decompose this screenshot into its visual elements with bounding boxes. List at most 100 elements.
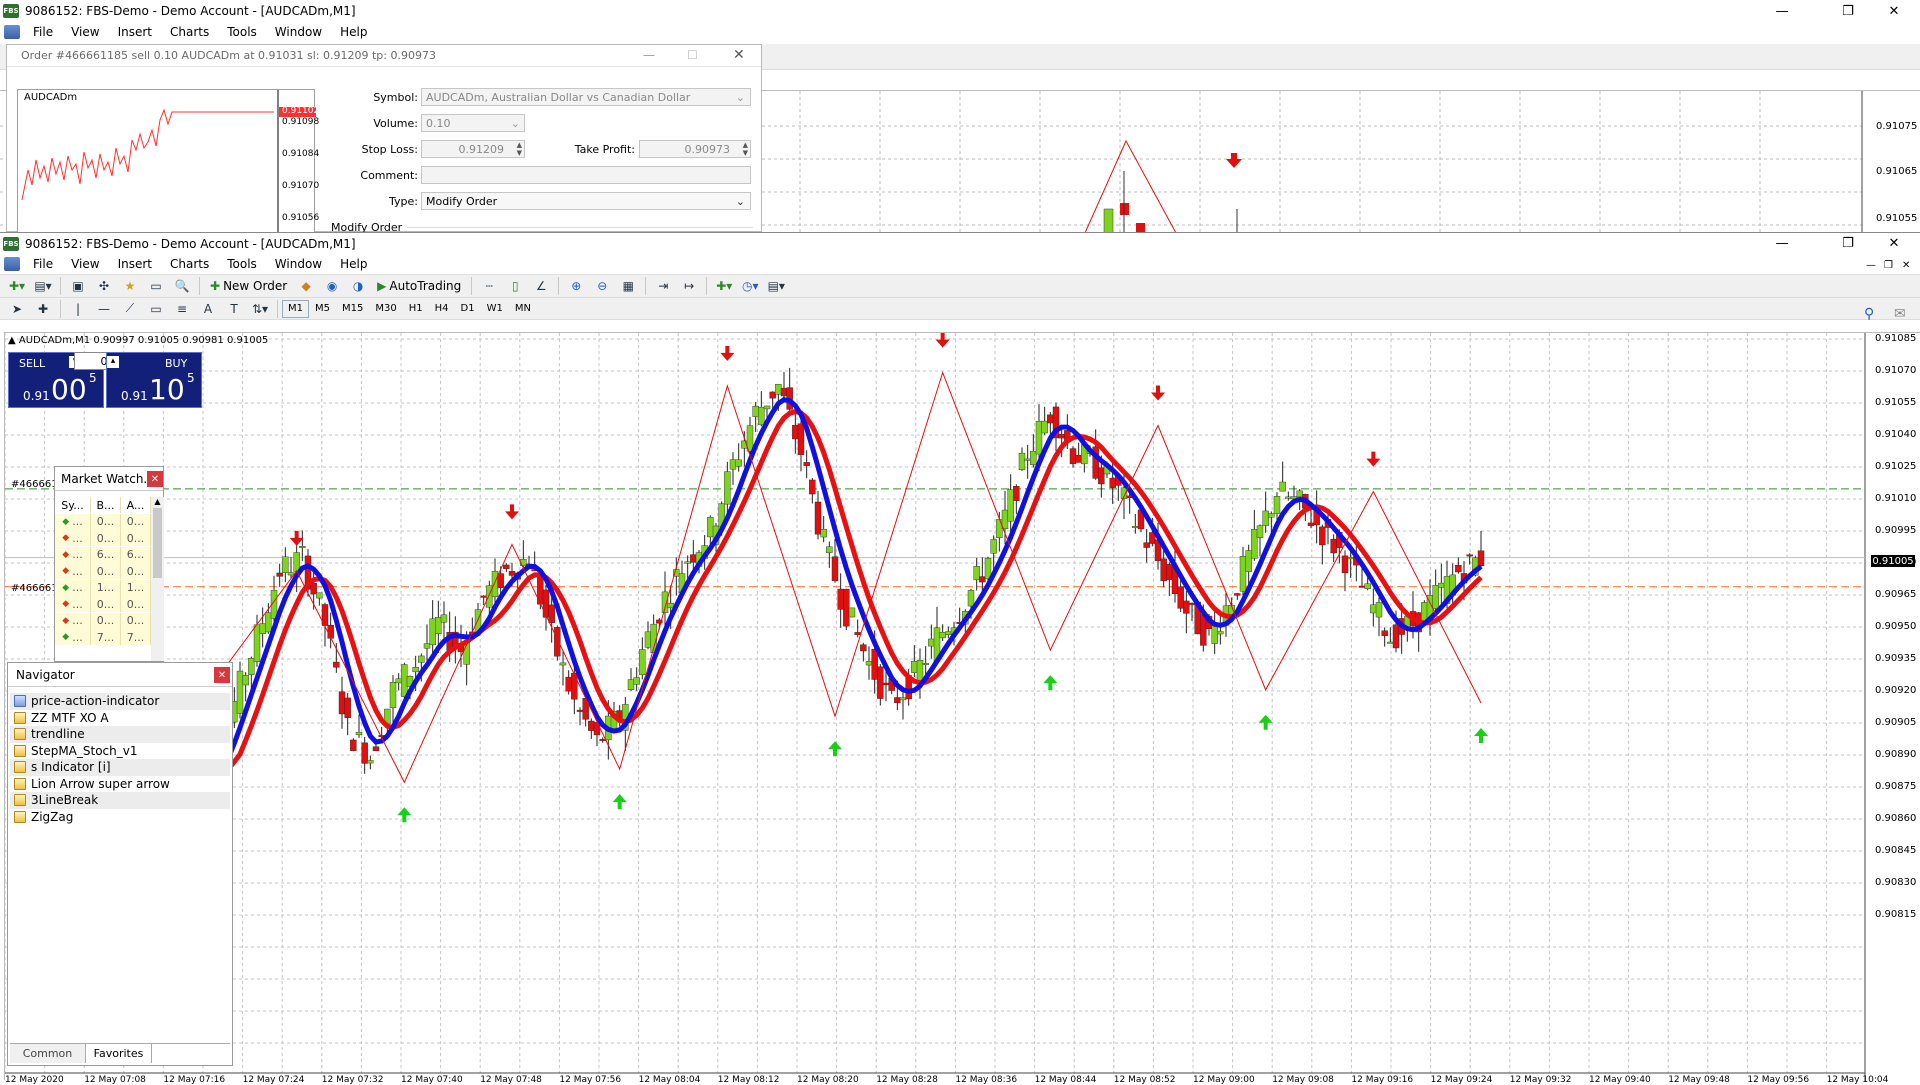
market-watch-row[interactable]: ◆... 0... 0...	[55, 563, 151, 580]
market-watch-row[interactable]: ◆... 0... 0...	[55, 513, 151, 531]
vertical-line-icon[interactable]: |	[67, 299, 89, 319]
menu-insert[interactable]: Insert	[109, 257, 161, 271]
timeframe-m5[interactable]: M5	[309, 300, 336, 318]
close-button[interactable]: ✕	[1872, 232, 1916, 254]
periods-icon[interactable]: ◷▾	[739, 276, 761, 296]
menu-insert[interactable]: Insert	[109, 25, 161, 39]
mdi-close-icon[interactable]: ✕	[1902, 260, 1910, 271]
spinner-icon[interactable]: ▲ ▼	[743, 141, 748, 157]
new-chart-icon[interactable]: ✚▾	[6, 276, 28, 296]
timeframe-m1[interactable]: M1	[282, 299, 309, 318]
restore-button[interactable]: ❐	[1826, 232, 1870, 254]
new-order-button[interactable]: ✚ New Order	[206, 276, 291, 296]
nav-item-3linebreak[interactable]: 3LineBreak	[10, 792, 230, 809]
timeframe-m15[interactable]: M15	[336, 300, 369, 318]
nav-item-trendline[interactable]: trendline	[10, 726, 230, 743]
scroll-thumb[interactable]	[153, 508, 162, 578]
market-watch-icon[interactable]: ▣	[67, 276, 89, 296]
market-watch-row[interactable]: ◆... 0... 0...	[55, 530, 151, 547]
data-window-icon[interactable]: ✣	[93, 276, 115, 296]
tab-favorites[interactable]: Favorites	[86, 1044, 152, 1063]
search-icon[interactable]: ⚲	[1864, 306, 1874, 322]
arrows-icon[interactable]: ⇅▾	[249, 299, 271, 319]
indicators-icon[interactable]: ✚▾	[713, 276, 735, 296]
cursor-icon[interactable]: ➤	[6, 299, 28, 319]
market-icon[interactable]: ◑	[347, 276, 369, 296]
profiles-icon[interactable]: ▤▾	[32, 276, 54, 296]
symbol-select[interactable]: AUDCADm, Australian Dollar vs Canadian D…	[421, 88, 751, 106]
dialog-close-icon[interactable]: ✕	[733, 47, 745, 63]
chat-icon[interactable]: ✉	[1894, 306, 1906, 322]
comment-input[interactable]	[421, 166, 751, 184]
bar-chart-icon[interactable]: ┄	[478, 276, 500, 296]
trendline-icon[interactable]: ⟋	[119, 299, 141, 319]
tile-windows-icon[interactable]: ▦	[617, 276, 639, 296]
menu-help[interactable]: Help	[331, 25, 376, 39]
timeframe-h1[interactable]: H1	[403, 300, 429, 318]
menu-file[interactable]: File	[24, 25, 62, 39]
line-chart-icon[interactable]: ∠	[530, 276, 552, 296]
app-menu-icon[interactable]	[4, 257, 20, 271]
candlestick-icon[interactable]: ▯	[504, 276, 526, 296]
market-watch-row[interactable]: ◆... 0... 0...	[55, 612, 151, 630]
type-select[interactable]: Modify Order ⌄	[421, 192, 751, 210]
label-icon[interactable]: T	[223, 299, 245, 319]
menu-window[interactable]: Window	[266, 25, 331, 39]
menu-view[interactable]: View	[62, 25, 108, 39]
minimize-button[interactable]: —	[1760, 0, 1804, 22]
close-button[interactable]: ✕	[1872, 0, 1916, 22]
market-watch-row[interactable]: ◆... 6... 6...	[55, 546, 151, 564]
timeframe-h4[interactable]: H4	[429, 300, 455, 318]
buy-button[interactable]: ▴ BUY 0.91 10 5	[106, 352, 202, 408]
scroll-up-icon[interactable]: ▲	[151, 497, 164, 506]
templates-icon[interactable]: ▤▾	[765, 276, 787, 296]
nav-item-zz-mtf-xo-a[interactable]: ZZ MTF XO A	[10, 710, 230, 727]
metaeditor-icon[interactable]: ◆	[295, 276, 317, 296]
chart-shift-icon[interactable]: ↦	[678, 276, 700, 296]
menu-charts[interactable]: Charts	[161, 25, 218, 39]
autoscroll-icon[interactable]: ⇥	[652, 276, 674, 296]
zoom-in-icon[interactable]: ⊕	[565, 276, 587, 296]
menu-file[interactable]: File	[24, 257, 62, 271]
main-chart[interactable]: ▲ AUDCADm,M1 0.90997 0.91005 0.90981 0.9…	[4, 332, 1920, 1085]
menu-help[interactable]: Help	[331, 257, 376, 271]
nav-item-stepma-stoch[interactable]: StepMA_Stoch_v1	[10, 743, 230, 760]
col-symbol[interactable]: Sy...	[55, 497, 91, 513]
nav-item-zigzag[interactable]: ZigZag	[10, 809, 230, 826]
menu-view[interactable]: View	[62, 257, 108, 271]
navigator-icon[interactable]: ★	[119, 276, 141, 296]
stoploss-input[interactable]: 0.91209 ▲ ▼	[421, 140, 525, 158]
market-watch-close-button[interactable]: ✕	[147, 471, 163, 487]
dialog-maximize-icon[interactable]: ☐	[687, 48, 698, 62]
app-menu-icon[interactable]	[4, 25, 20, 39]
minimize-button[interactable]: —	[1760, 232, 1804, 254]
market-watch-row[interactable]: ◆... 0... 0...	[55, 596, 151, 613]
timeframe-mn[interactable]: MN	[509, 300, 537, 318]
dialog-minimize-icon[interactable]: —	[643, 48, 655, 62]
mdi-minimize-icon[interactable]: —	[1866, 260, 1876, 271]
col-ask[interactable]: A...	[121, 497, 151, 513]
navigator-close-button[interactable]: ✕	[214, 667, 230, 683]
market-watch-row[interactable]: ◆... 1... 1...	[55, 579, 151, 597]
crosshair-icon[interactable]: ✚	[32, 299, 54, 319]
restore-button[interactable]: ❐	[1826, 0, 1870, 22]
menu-tools[interactable]: Tools	[218, 25, 266, 39]
zoom-out-icon[interactable]: ⊖	[591, 276, 613, 296]
strategy-tester-icon[interactable]: 🔍	[171, 276, 193, 296]
nav-item-price-action-indicator[interactable]: price-action-indicator	[10, 693, 230, 710]
text-icon[interactable]: A	[197, 299, 219, 319]
market-watch-row[interactable]: ◆... 7... 7...	[55, 629, 151, 646]
timeframe-d1[interactable]: D1	[455, 300, 481, 318]
menu-window[interactable]: Window	[266, 257, 331, 271]
spinner-icon[interactable]: ▲ ▼	[517, 141, 522, 157]
market-watch-scrollbar[interactable]: ▲	[151, 497, 164, 661]
horizontal-line-icon[interactable]: —	[93, 299, 115, 319]
autotrading-button[interactable]: ▶ AutoTrading	[373, 276, 465, 296]
col-bid[interactable]: B...	[91, 497, 121, 513]
takeprofit-input[interactable]: 0.90973 ▲ ▼	[639, 140, 751, 158]
fibonacci-icon[interactable]: ≡	[171, 299, 193, 319]
nav-item-s-indicator[interactable]: s Indicator [i]	[10, 759, 230, 776]
menu-charts[interactable]: Charts	[161, 257, 218, 271]
signals-icon[interactable]: ◉	[321, 276, 343, 296]
channel-icon[interactable]: ▭	[145, 299, 167, 319]
